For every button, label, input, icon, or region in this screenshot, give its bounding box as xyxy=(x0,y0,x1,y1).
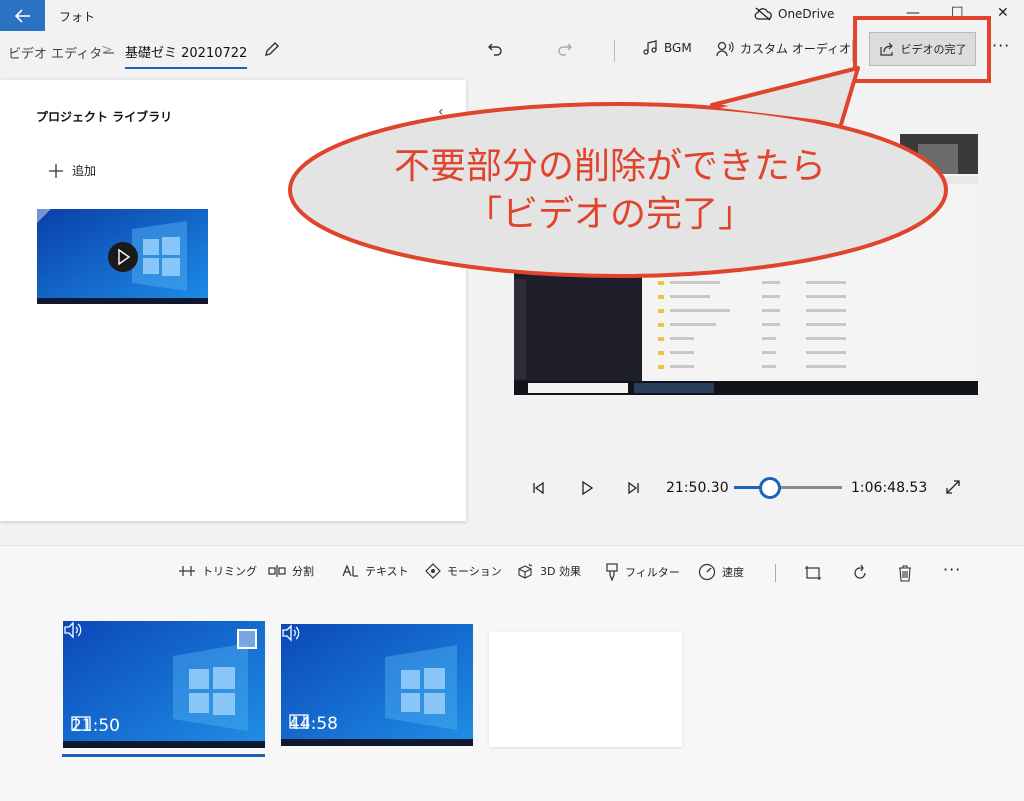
3d-effects-icon xyxy=(518,563,533,579)
custom-audio-button[interactable]: カスタム オーディオ xyxy=(716,40,851,57)
tools-divider xyxy=(775,564,776,582)
speed-label: 速度 xyxy=(722,566,744,579)
clip-duration: 21:50 xyxy=(71,716,120,736)
annotation-text: 不要部分の削除ができたら 「ビデオの完了」 xyxy=(340,143,880,239)
arrow-left-icon xyxy=(14,8,30,23)
library-title: プロジェクト ライブラリ xyxy=(36,110,173,124)
storyboard-clip-1[interactable]: 21:50 xyxy=(63,621,265,748)
storyboard-clip-2[interactable]: 44:58 xyxy=(281,624,473,746)
motion-label: モーション xyxy=(447,565,502,578)
project-name[interactable]: 基礎ゼミ 20210722 xyxy=(125,42,248,69)
redo-icon[interactable] xyxy=(556,40,574,58)
seek-thumb[interactable] xyxy=(758,477,781,499)
add-label: 追加 xyxy=(72,164,97,178)
toolbar-divider xyxy=(614,40,615,62)
total-time: 1:06:48.53 xyxy=(851,480,928,496)
seek-bar[interactable] xyxy=(734,486,842,489)
onedrive-status[interactable]: OneDrive xyxy=(754,7,834,21)
paintbrush-icon xyxy=(606,563,618,581)
annotation-line-2: 「ビデオの完了」 xyxy=(465,194,754,235)
split-icon xyxy=(268,565,286,577)
motion-icon xyxy=(425,563,441,579)
crop-icon[interactable] xyxy=(804,564,822,582)
annotation-line-1: 不要部分の削除ができたら xyxy=(393,146,826,187)
text-icon xyxy=(342,564,358,577)
previous-frame-icon[interactable] xyxy=(530,480,546,496)
expand-icon[interactable] xyxy=(945,479,961,495)
plus-icon xyxy=(49,163,63,178)
3d-effects-label: 3D 効果 xyxy=(540,565,581,578)
motion-button[interactable]: モーション xyxy=(425,563,502,579)
music-note-icon xyxy=(643,40,657,55)
film-strip-icon xyxy=(71,716,91,731)
close-button[interactable]: ✕ xyxy=(997,5,1009,21)
annotation-highlight-box xyxy=(853,16,991,83)
clip-select-checkbox[interactable] xyxy=(237,629,257,649)
film-strip-icon xyxy=(289,714,309,729)
add-media-button[interactable]: 追加 xyxy=(48,162,96,179)
trim-icon xyxy=(179,566,195,576)
clip-duration: 44:58 xyxy=(289,714,338,734)
3d-effects-button[interactable]: 3D 効果 xyxy=(516,563,581,579)
person-voice-icon xyxy=(716,41,734,56)
pencil-icon[interactable] xyxy=(263,40,281,58)
filter-button[interactable]: フィルター xyxy=(605,563,680,581)
text-button[interactable]: テキスト xyxy=(341,563,409,579)
trim-label: トリミング xyxy=(202,565,257,578)
volume-icon[interactable] xyxy=(281,624,301,642)
text-label: テキスト xyxy=(365,565,409,578)
speedometer-icon xyxy=(698,563,716,581)
filter-label: フィルター xyxy=(625,566,680,579)
bgm-button[interactable]: BGM xyxy=(642,40,692,56)
custom-audio-label: カスタム オーディオ xyxy=(740,42,851,56)
back-button[interactable] xyxy=(0,0,45,31)
selected-clip-indicator xyxy=(62,754,265,757)
trash-icon[interactable] xyxy=(897,564,913,582)
empty-storyboard-slot[interactable] xyxy=(489,632,682,747)
playback-controls: 21:50.30 1:06:48.53 xyxy=(0,470,1024,506)
more-tools-icon[interactable]: ··· xyxy=(943,560,961,579)
app-title: フォト xyxy=(59,10,96,24)
trim-button[interactable]: トリミング xyxy=(178,563,257,579)
library-media-thumbnail[interactable] xyxy=(37,209,208,304)
chevron-right-icon: > xyxy=(101,42,113,58)
undo-icon[interactable] xyxy=(486,40,504,58)
split-button[interactable]: 分割 xyxy=(268,563,314,579)
rotate-icon[interactable] xyxy=(851,564,869,582)
edit-tools-bar: トリミング 分割 テキスト モーション 3D 効果 フィルター 速度 ··· xyxy=(0,560,1024,586)
play-icon[interactable] xyxy=(579,480,595,496)
breadcrumb-video-editor[interactable]: ビデオ エディター xyxy=(8,43,115,62)
desktop-thumbnail-image xyxy=(37,209,208,304)
split-label: 分割 xyxy=(292,565,314,578)
volume-icon[interactable] xyxy=(63,621,83,639)
more-options-icon[interactable]: ··· xyxy=(992,36,1010,55)
collapse-icon[interactable]: ‹ xyxy=(438,104,444,120)
current-time: 21:50.30 xyxy=(666,480,729,496)
onedrive-label: OneDrive xyxy=(778,7,835,21)
speed-button[interactable]: 速度 xyxy=(698,563,744,581)
cloud-offline-icon xyxy=(754,7,772,21)
bgm-label: BGM xyxy=(664,41,692,55)
next-frame-icon[interactable] xyxy=(626,480,642,496)
